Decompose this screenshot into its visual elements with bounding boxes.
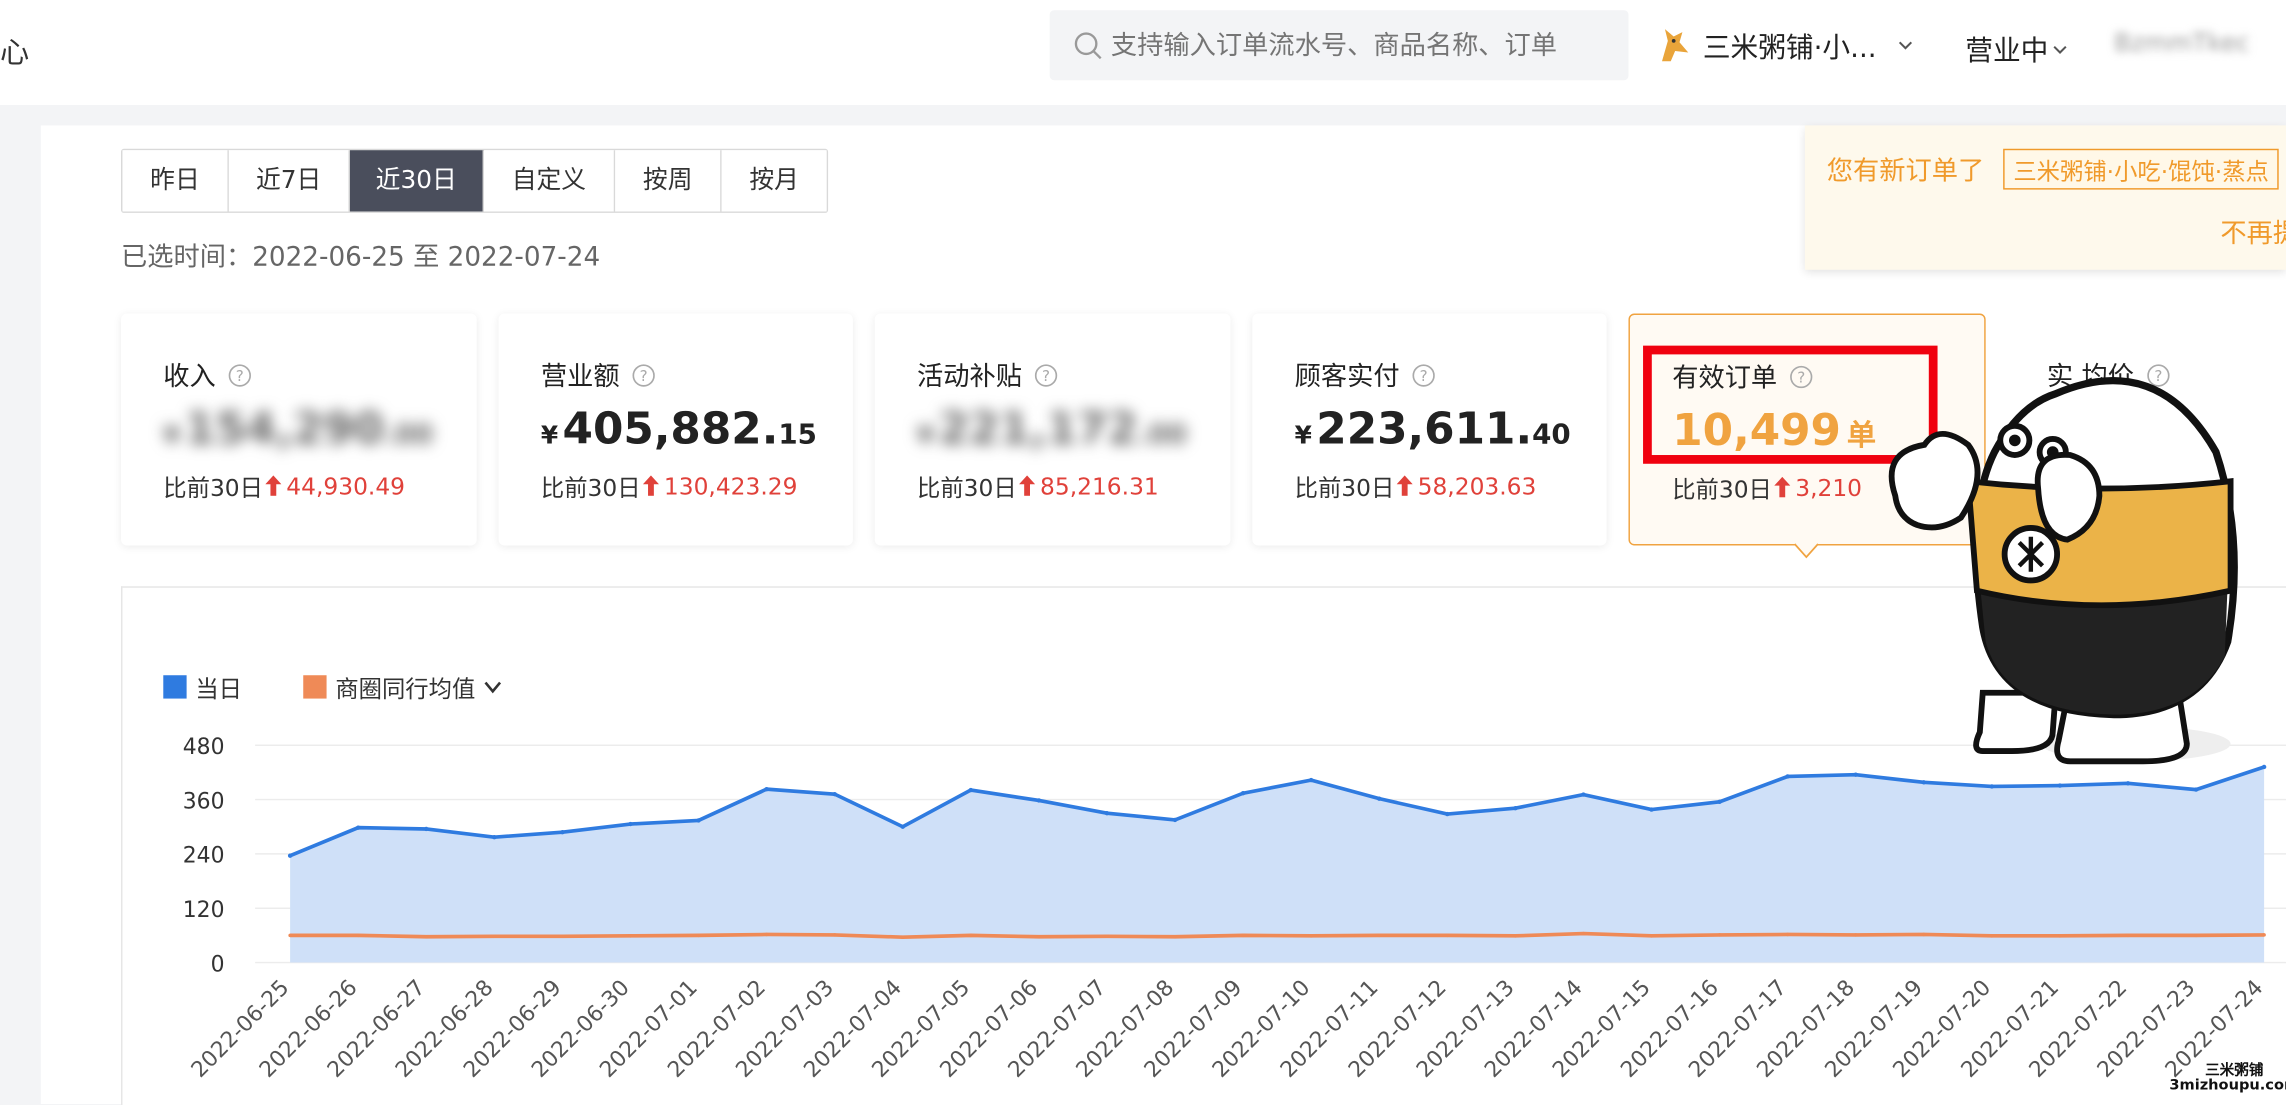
data-point-current (1853, 772, 1858, 777)
data-point-current (1445, 811, 1450, 817)
data-point-peer (492, 934, 497, 939)
watermark-line2: 3mizhoupu.com (2169, 1077, 2286, 1094)
data-point-peer (1105, 934, 1109, 939)
notification-shop-tag: 三米粥铺·小吃·馄饨·蒸点 (2003, 148, 2280, 190)
data-point-current (492, 834, 497, 840)
data-point-peer (1853, 933, 1858, 937)
data-point-peer (1173, 934, 1177, 939)
data-point-peer (1037, 934, 1041, 939)
data-point-current (696, 818, 701, 823)
data-point-peer (1922, 932, 1926, 937)
data-point-current (287, 853, 293, 858)
data-point-peer (900, 935, 905, 939)
data-point-peer (696, 933, 701, 938)
data-point-peer (424, 934, 429, 939)
data-point-current (1377, 796, 1382, 801)
y-tick-label: 360 (183, 789, 225, 814)
data-point-current (900, 824, 905, 829)
data-point-peer (764, 932, 769, 937)
data-point-peer (2058, 934, 2062, 938)
data-point-current (1649, 807, 1654, 812)
data-point-current (1921, 780, 1926, 785)
data-point-peer (560, 934, 565, 939)
data-point-current (2057, 783, 2063, 788)
data-point-peer (832, 933, 837, 937)
notification-dismiss-link[interactable]: 不再提 (2220, 213, 2286, 251)
data-point-current (1172, 817, 1178, 823)
data-point-peer (1241, 933, 1245, 938)
y-tick-label: 0 (211, 952, 225, 977)
data-point-current (968, 787, 973, 793)
data-point-peer (356, 933, 360, 938)
watermark: 三米粥铺 3mizhoupu.com (2169, 1064, 2286, 1094)
mascot-illustration (1888, 377, 2238, 765)
data-point-peer (1785, 932, 1790, 937)
notification-message: 您有新订单了 (1826, 156, 1985, 187)
data-point-current (628, 821, 633, 827)
root: 心 三米粥铺·小... 营业中 BzmmTkec 昨日近7日近30日自定义按周按… (0, 0, 2286, 1105)
data-point-peer (1309, 934, 1313, 938)
data-point-current (1240, 791, 1246, 796)
new-order-notification: 您有新订单了 三米粥铺·小吃·馄饨·蒸点 不再提 (1804, 125, 2286, 270)
data-point-peer (1377, 933, 1381, 938)
data-point-peer (1717, 933, 1722, 937)
data-point-current (764, 786, 769, 792)
data-point-current (2261, 764, 2267, 770)
y-tick-label: 120 (183, 898, 225, 923)
data-point-current (2125, 781, 2131, 786)
data-point-current (1104, 810, 1110, 816)
data-point-peer (1990, 934, 1994, 938)
data-point-peer (1513, 934, 1518, 938)
data-point-current (424, 826, 429, 832)
data-point-current (1717, 799, 1722, 805)
data-point-current (832, 791, 837, 797)
data-point-peer (2126, 933, 2130, 938)
data-point-current (1989, 784, 1995, 789)
series-area-current (290, 766, 2265, 963)
data-point-current (1581, 792, 1586, 797)
data-point-peer (1649, 934, 1654, 938)
data-point-current (1785, 774, 1790, 779)
y-tick-label: 240 (183, 844, 225, 869)
data-point-current (356, 825, 361, 830)
y-tick-label: 480 (183, 735, 225, 760)
data-point-peer (2262, 933, 2266, 937)
data-point-current (1308, 777, 1314, 783)
data-point-peer (2194, 933, 2198, 938)
data-point-peer (1581, 931, 1586, 936)
data-point-current (1036, 798, 1042, 803)
data-point-peer (628, 934, 633, 938)
data-point-current (560, 829, 565, 835)
data-point-current (1513, 805, 1518, 811)
data-point-current (2193, 787, 2199, 792)
data-point-peer (1445, 933, 1450, 938)
data-point-peer (969, 933, 973, 938)
data-point-peer (288, 933, 292, 938)
